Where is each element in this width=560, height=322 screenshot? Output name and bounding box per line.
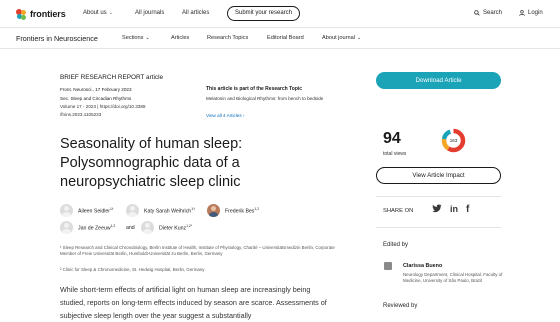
frontiers-logo[interactable]: frontiers [16,7,66,21]
login-label: Login [528,10,543,16]
altmetric-donut-icon[interactable]: 163 [441,128,466,153]
author-name: Katy Sarah Weihrich1† [144,206,195,215]
chevron-down-icon: ⌄ [108,10,113,16]
nav-label: All articles [182,10,210,16]
nav-all-journals[interactable]: All journals [135,10,164,16]
section-line[interactable]: Sec. Sleep and Circadian Rhythms [60,96,131,101]
article-type: BRIEF RESEARCH REPORT article [60,74,164,81]
author-name: Dieter Kunz1,2* [159,223,193,232]
editor-name[interactable]: Clarissa Bueno [403,263,442,269]
author-item[interactable]: Katy Sarah Weihrich1† [126,204,195,217]
chevron-right-icon: › [242,113,245,118]
total-views-label: total views [383,151,407,157]
journal-nav-research-topics[interactable]: Research Topics [207,35,248,41]
author-item[interactable]: Jan de Zeeuw1,2 [60,221,115,234]
view-all-articles-link[interactable]: View all 4 Articles › [206,113,244,118]
affiliation-1: ¹ Sleep Research and Clinical Chronobiol… [60,245,335,256]
journal-nav-articles[interactable]: Articles [171,35,189,41]
author-name: Jan de Zeeuw1,2 [78,223,116,232]
search-button[interactable]: Search [474,10,502,16]
author-name: Frederik Bes1,2 [225,206,260,215]
journal-nav-about-journal[interactable]: About journal ⌄ [322,35,361,41]
and-text: and [126,225,135,231]
editor-avatar[interactable] [384,262,392,270]
total-views-count: 94 [383,130,401,147]
nav-label: All journals [135,10,165,16]
link-label: View all 4 Articles [206,113,242,118]
view-article-impact-button[interactable]: View Article Impact [376,167,501,184]
author-item[interactable]: Dieter Kunz1,2* [141,221,192,234]
facebook-icon[interactable]: f [466,204,469,215]
journal-nav-sections[interactable]: Sections ⌄ [122,35,150,41]
submit-research-button[interactable]: Submit your research [227,6,300,21]
share-on-label: SHARE ON [383,208,414,214]
avatar [60,221,73,234]
article-title: Seasonality of human sleep: Polysomnogra… [60,136,243,190]
author-item[interactable]: Frederik Bes1,2 [207,204,259,217]
citation-line: Front. Neurosci., 17 February 2023 [60,87,132,92]
nav-label: Research Topics [207,35,249,41]
nav-label: About us [83,10,107,16]
reviewed-by-label: Reviewed by [383,303,418,309]
divider [376,227,501,228]
avatar [207,204,220,217]
twitter-icon[interactable] [432,204,442,215]
avatar [126,204,139,217]
doi-line[interactable]: Volume 17 - 2023 | https://doi.org/10.33… [60,104,145,109]
avatar [60,204,73,217]
frontiers-logo-icon [16,8,27,20]
avatar [141,221,154,234]
editor-affiliation: Neurology Department, Clinical Hospital,… [403,272,503,283]
login-button[interactable]: Login [519,10,543,16]
search-label: Search [483,10,503,16]
abstract-text: While short-term effects of artificial l… [60,285,327,320]
journal-nav-editorial-board[interactable]: Editorial Board [267,35,304,41]
journal-navigation-bar: Frontiers in Neuroscience Sections ⌄ Arti… [0,28,560,49]
altmetric-score: 163 [450,138,458,143]
nav-label: Articles [171,35,190,41]
top-navigation-bar: frontiers About us ⌄ All journals All art… [0,0,560,28]
nav-label: Editorial Board [267,35,304,41]
chevron-down-icon: ⌄ [145,35,150,41]
nav-label: About journal [322,35,355,41]
author-name: Aileen Seidler1† [78,206,114,215]
nav-about-us[interactable]: About us ⌄ [83,10,113,16]
search-icon [474,10,480,16]
research-topic-name[interactable]: Melatonin and Biological Rhythms: from b… [206,96,336,102]
author-item[interactable]: Aileen Seidler1† [60,204,114,217]
chevron-down-icon: ⌄ [356,35,362,41]
journal-title[interactable]: Frontiers in Neuroscience [16,34,98,43]
divider [376,196,501,197]
affiliation-2: ² Clinic for Sleep & Chronomedicine, St.… [60,267,205,272]
doi-line-continued[interactable]: /fnins.2023.1105233 [60,112,101,117]
nav-all-articles[interactable]: All articles [182,10,209,16]
linkedin-icon[interactable]: in [450,204,458,215]
research-topic-heading: This article is part of the Research Top… [206,86,303,92]
download-article-button[interactable]: Download Article [376,72,501,89]
user-icon [519,10,525,16]
logo-text: frontiers [30,9,66,19]
nav-label: Sections [122,35,144,41]
edited-by-label: Edited by [383,242,409,248]
